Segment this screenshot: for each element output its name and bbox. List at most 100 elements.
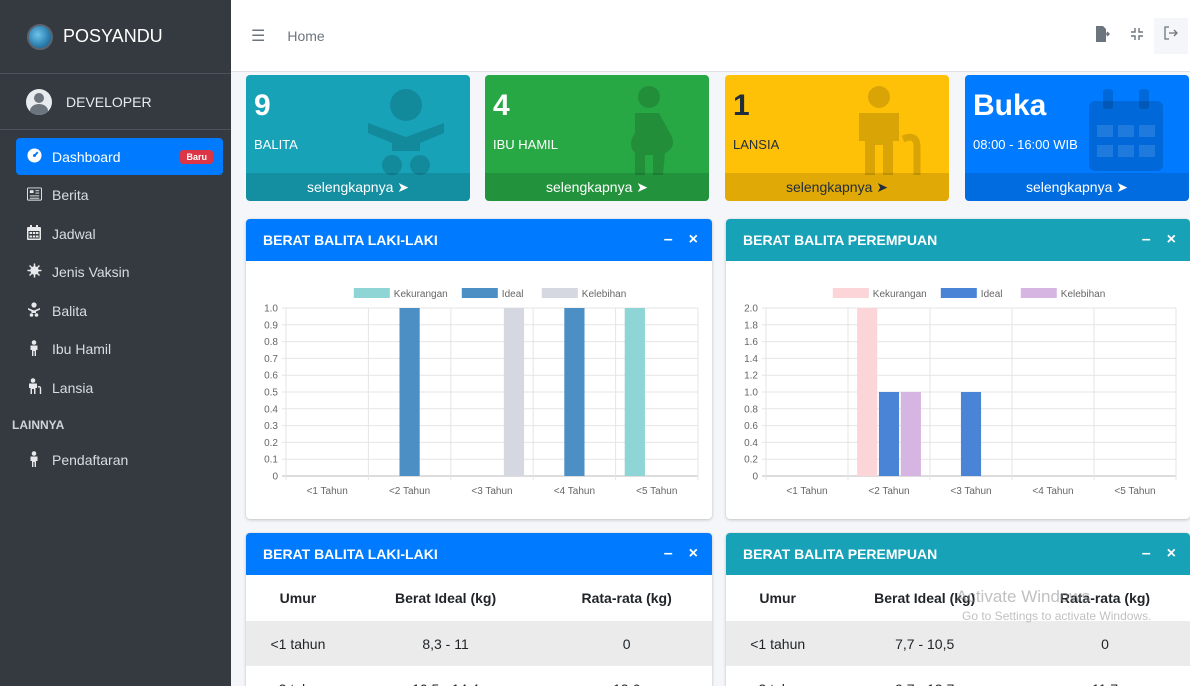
table-cell: 0 bbox=[1019, 621, 1190, 666]
close-icon[interactable]: × bbox=[689, 231, 698, 249]
card-tools: – × bbox=[664, 545, 698, 563]
sidebar-item-label: Lansia bbox=[52, 379, 94, 396]
brand-title: POSYANDU bbox=[63, 26, 163, 46]
stat-number: 1 bbox=[733, 89, 750, 122]
sidebar-item-berita[interactable]: Berita bbox=[16, 177, 223, 214]
legend-label[interactable]: Kekurangan bbox=[873, 289, 927, 300]
sidebar-item-jenis-vaksin[interactable]: Jenis Vaksin bbox=[16, 254, 223, 291]
bar-chart-laki-laki: Kekurangan Ideal Kelebihan 0 0.1 0.2 0.3 0.4 0.5… bbox=[264, 288, 699, 497]
column-header: Berat Ideal (kg) bbox=[874, 590, 976, 606]
bar[interactable] bbox=[900, 392, 921, 476]
legend-label[interactable]: Ideal bbox=[981, 289, 1003, 300]
stat-number: Buka bbox=[973, 89, 1047, 122]
minimize-icon[interactable]: – bbox=[664, 545, 673, 563]
table-cell: <1 tahun bbox=[726, 621, 830, 666]
x-tick-label: <4 Tahun bbox=[554, 486, 595, 497]
stat-label: LANSIA bbox=[733, 137, 780, 152]
y-tick-label: 1.8 bbox=[744, 320, 758, 331]
card-title: BERAT BALITA PEREMPUAN bbox=[743, 232, 938, 248]
table-cell: 8,3 - 11 bbox=[349, 621, 542, 666]
virus-icon bbox=[26, 263, 42, 281]
legend-swatch[interactable] bbox=[461, 288, 498, 298]
legend-label[interactable]: Kekurangan bbox=[394, 289, 448, 300]
y-tick-label: 0.5 bbox=[264, 388, 278, 399]
more-info-link[interactable]: selengkapnya ➤ bbox=[965, 173, 1189, 201]
sidebar-item-ibu-hamil[interactable]: Ibu Hamil bbox=[16, 331, 223, 368]
stat-label: BALITA bbox=[254, 137, 298, 152]
bar[interactable] bbox=[960, 392, 982, 476]
bar[interactable] bbox=[624, 308, 645, 476]
table-cell: 10,5 - 14,4 bbox=[350, 666, 541, 686]
close-icon[interactable]: × bbox=[1167, 231, 1176, 249]
more-info-link[interactable]: selengkapnya ➤ bbox=[485, 173, 709, 201]
legend-swatch[interactable] bbox=[832, 288, 869, 298]
table-header-row: Umur Berat Ideal (kg) Rata-rata (kg) bbox=[726, 575, 1190, 621]
x-tick-label: <4 Tahun bbox=[1032, 486, 1073, 497]
stat-box-lansia: 1 LANSIA selengkapnya ➤ bbox=[725, 75, 949, 201]
y-tick-label: 0.8 bbox=[264, 337, 278, 348]
table-cell: 7,7 - 10,5 bbox=[829, 621, 1020, 666]
legend-label[interactable]: Kelebihan bbox=[1061, 289, 1105, 300]
column-header: Rata-rata (kg) bbox=[1059, 590, 1151, 606]
stat-number: 9 bbox=[254, 89, 271, 122]
table-row: <2 tahun 9,7 - 13,7 11,7 bbox=[726, 666, 1190, 686]
logout-icon[interactable] bbox=[1154, 17, 1188, 54]
minimize-icon[interactable]: – bbox=[664, 231, 673, 249]
x-tick-label: <1 Tahun bbox=[786, 486, 827, 497]
x-tick-label: <5 Tahun bbox=[636, 486, 677, 497]
legend-label[interactable]: Kelebihan bbox=[582, 289, 626, 300]
minimize-icon[interactable]: – bbox=[1142, 545, 1151, 563]
sidebar-item-dashboard[interactable]: Dashboard Baru bbox=[16, 138, 223, 175]
minimize-icon[interactable]: – bbox=[1142, 231, 1151, 249]
close-icon[interactable]: × bbox=[689, 545, 698, 563]
sidebar: POSYANDU DEVELOPER Dashboard Baru Berita… bbox=[0, 0, 231, 686]
user-panel[interactable]: DEVELOPER bbox=[0, 74, 231, 130]
weight-table: Umur Berat Ideal (kg) Rata-rata (kg) <1 … bbox=[726, 575, 1190, 686]
card-title: BERAT BALITA PEREMPUAN bbox=[743, 546, 938, 562]
y-tick-label: 0.7 bbox=[264, 354, 278, 365]
legend-swatch[interactable] bbox=[541, 288, 578, 298]
pregnant-icon bbox=[631, 86, 673, 175]
legend-swatch[interactable] bbox=[940, 288, 977, 298]
table-row: <1 tahun 8,3 - 11 0 bbox=[246, 621, 712, 666]
close-icon[interactable]: × bbox=[1167, 545, 1176, 563]
y-tick-label: 0.9 bbox=[264, 320, 278, 331]
bar[interactable] bbox=[503, 308, 525, 476]
more-info-link[interactable]: selengkapnya ➤ bbox=[725, 173, 949, 201]
avatar bbox=[26, 88, 52, 115]
column-header: Umur bbox=[759, 590, 796, 606]
y-tick-label: 0.4 bbox=[744, 438, 758, 449]
column-header: Umur bbox=[279, 590, 317, 606]
more-info-link[interactable]: selengkapnya ➤ bbox=[246, 173, 470, 201]
hamburger-menu-icon[interactable]: ☰ bbox=[251, 26, 265, 46]
export-file-icon[interactable] bbox=[1086, 25, 1120, 46]
legend-swatch[interactable] bbox=[1020, 288, 1057, 298]
y-tick-label: 0.8 bbox=[744, 404, 758, 415]
legend-label[interactable]: Ideal bbox=[502, 289, 524, 300]
sidebar-item-label: Jadwal bbox=[52, 225, 96, 242]
card-title: BERAT BALITA LAKI-LAKI bbox=[263, 546, 438, 562]
user-name: DEVELOPER bbox=[66, 93, 152, 110]
legend-swatch[interactable] bbox=[353, 288, 390, 298]
breadcrumb[interactable]: Home bbox=[287, 28, 324, 44]
table-row: <2 tahun 10,5 - 14,4 13,6 bbox=[246, 666, 712, 686]
person-icon bbox=[26, 339, 42, 359]
y-tick-label: 1.0 bbox=[744, 388, 758, 399]
y-tick-label: 0.2 bbox=[264, 438, 278, 449]
compress-icon[interactable] bbox=[1120, 27, 1154, 45]
sidebar-item-balita[interactable]: Balita bbox=[16, 292, 223, 329]
bar[interactable] bbox=[878, 392, 900, 476]
chart-card-laki-laki: BERAT BALITA LAKI-LAKI – × Kekurangan Ide… bbox=[246, 219, 712, 519]
card-title: BERAT BALITA LAKI-LAKI bbox=[263, 232, 438, 248]
bar[interactable] bbox=[564, 308, 585, 476]
bar[interactable] bbox=[399, 308, 420, 476]
dashboard-icon bbox=[26, 147, 42, 166]
bar[interactable] bbox=[857, 308, 878, 476]
brand-link[interactable]: POSYANDU bbox=[0, 0, 231, 74]
sidebar-item-jadwal[interactable]: Jadwal bbox=[16, 215, 223, 252]
sidebar-item-lansia[interactable]: Lansia bbox=[16, 369, 223, 406]
stat-number: 4 bbox=[493, 89, 510, 122]
sidebar-item-pendaftaran[interactable]: Pendaftaran bbox=[16, 442, 223, 479]
card-tools: – × bbox=[664, 231, 698, 249]
stat-box-jadwal: Buka 08:00 - 16:00 WIB selengkapnya ➤ bbox=[965, 75, 1189, 201]
